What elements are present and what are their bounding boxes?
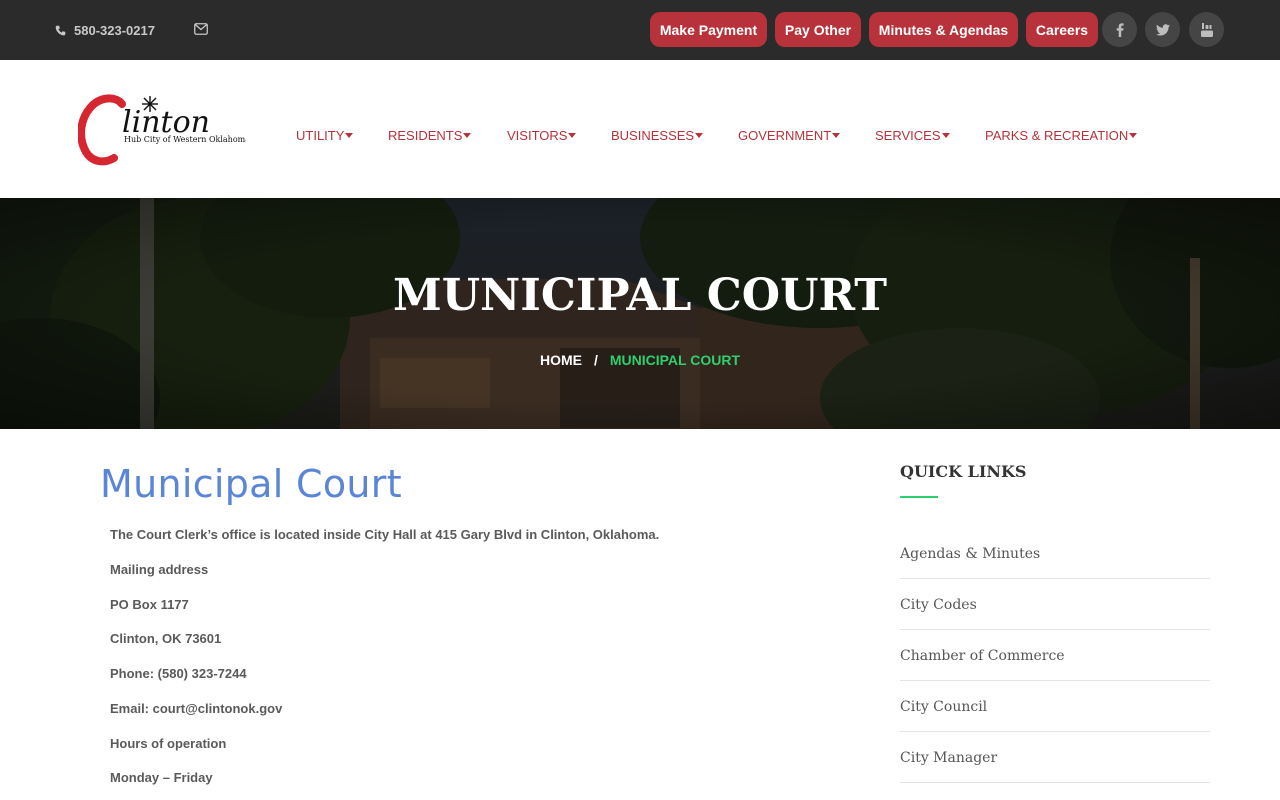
- main-nav: UTILITY RESIDENTS VISITORS BUSINESSES GO…: [0, 128, 1280, 144]
- caret-down-icon: [695, 133, 704, 138]
- youtube-link[interactable]: [1189, 12, 1224, 47]
- nav-residents[interactable]: RESIDENTS: [388, 128, 472, 143]
- phone-text: Phone: (580) 323-7244: [110, 666, 247, 681]
- breadcrumb-home-link[interactable]: HOME: [540, 352, 582, 368]
- quick-link-label: City Manager: [900, 750, 998, 766]
- twitter-icon: [1155, 23, 1170, 36]
- court-location-text: The Court Clerk’s office is located insi…: [110, 527, 660, 542]
- caret-down-icon: [832, 133, 841, 138]
- facebook-icon: [1116, 22, 1124, 37]
- top-bar: 580-323-0217 Make Payment Pay Other Minu…: [0, 0, 1280, 60]
- quick-link-city-codes[interactable]: City Codes: [900, 579, 1210, 630]
- minutes-agendas-button[interactable]: Minutes & Agendas: [869, 12, 1018, 47]
- phone-contact[interactable]: 580-323-0217: [55, 22, 155, 38]
- quick-link-label: Agendas & Minutes: [900, 546, 1041, 562]
- youtube-icon: [1200, 22, 1213, 37]
- caret-down-icon: [1129, 133, 1138, 138]
- site-header: linton Hub City of Western Oklahoma UTIL…: [0, 60, 1280, 198]
- hero-title: MUNICIPAL COURT: [392, 270, 887, 321]
- facebook-link[interactable]: [1102, 12, 1137, 47]
- quick-link-city-council[interactable]: City Council: [900, 681, 1210, 732]
- quick-link-label: City Codes: [900, 597, 977, 613]
- page-hero: MUNICIPAL COURT HOME / MUNICIPAL COURT: [0, 198, 1280, 429]
- phone-icon: [55, 25, 66, 35]
- quick-links-underline: [900, 496, 938, 498]
- phone-number: 580-323-0217: [74, 22, 155, 38]
- quick-links-title: QUICK LINKS: [900, 462, 1027, 481]
- nav-utility[interactable]: UTILITY: [296, 128, 354, 143]
- breadcrumb-separator: /: [593, 352, 598, 368]
- nav-label: BUSINESSES: [611, 128, 695, 143]
- breadcrumb-current: MUNICIPAL COURT: [609, 352, 741, 368]
- hours-heading: Hours of operation: [110, 736, 227, 751]
- nav-visitors[interactable]: VISITORS: [507, 128, 577, 143]
- caret-down-icon: [463, 133, 472, 138]
- mail-icon[interactable]: [194, 23, 208, 35]
- quick-link-label: City Council: [900, 699, 988, 715]
- nav-label: PARKS & RECREATION: [985, 128, 1129, 143]
- breadcrumb: HOME / MUNICIPAL COURT: [0, 352, 1280, 368]
- quick-link-agendas-minutes[interactable]: Agendas & Minutes: [900, 528, 1210, 579]
- make-payment-button[interactable]: Make Payment: [650, 12, 767, 47]
- quick-link-city-manager[interactable]: City Manager: [900, 732, 1210, 783]
- caret-down-icon: [941, 133, 950, 138]
- days-text: Monday – Friday: [110, 770, 213, 785]
- quick-link-chamber-of-commerce[interactable]: Chamber of Commerce: [900, 630, 1210, 681]
- twitter-link[interactable]: [1145, 12, 1180, 47]
- nav-label: UTILITY: [296, 128, 345, 143]
- nav-parks-recreation[interactable]: PARKS & RECREATION: [985, 128, 1138, 143]
- po-box-text: PO Box 1177: [110, 597, 189, 612]
- nav-label: VISITORS: [507, 128, 568, 143]
- city-zip-text: Clinton, OK 73601: [110, 631, 222, 646]
- caret-down-icon: [568, 133, 577, 138]
- nav-government[interactable]: GOVERNMENT: [738, 128, 841, 143]
- careers-button[interactable]: Careers: [1026, 12, 1098, 47]
- nav-services[interactable]: SERVICES: [875, 128, 950, 143]
- nav-label: GOVERNMENT: [738, 128, 832, 143]
- mailing-address-heading: Mailing address: [110, 562, 209, 577]
- page-title: Municipal Court: [100, 462, 402, 506]
- nav-label: SERVICES: [875, 128, 941, 143]
- email-text[interactable]: Email: court@clintonok.gov: [110, 701, 282, 716]
- caret-down-icon: [345, 133, 354, 138]
- nav-businesses[interactable]: BUSINESSES: [611, 128, 704, 143]
- nav-label: RESIDENTS: [388, 128, 463, 143]
- quick-link-label: Chamber of Commerce: [900, 648, 1065, 664]
- pay-other-button[interactable]: Pay Other: [775, 12, 861, 47]
